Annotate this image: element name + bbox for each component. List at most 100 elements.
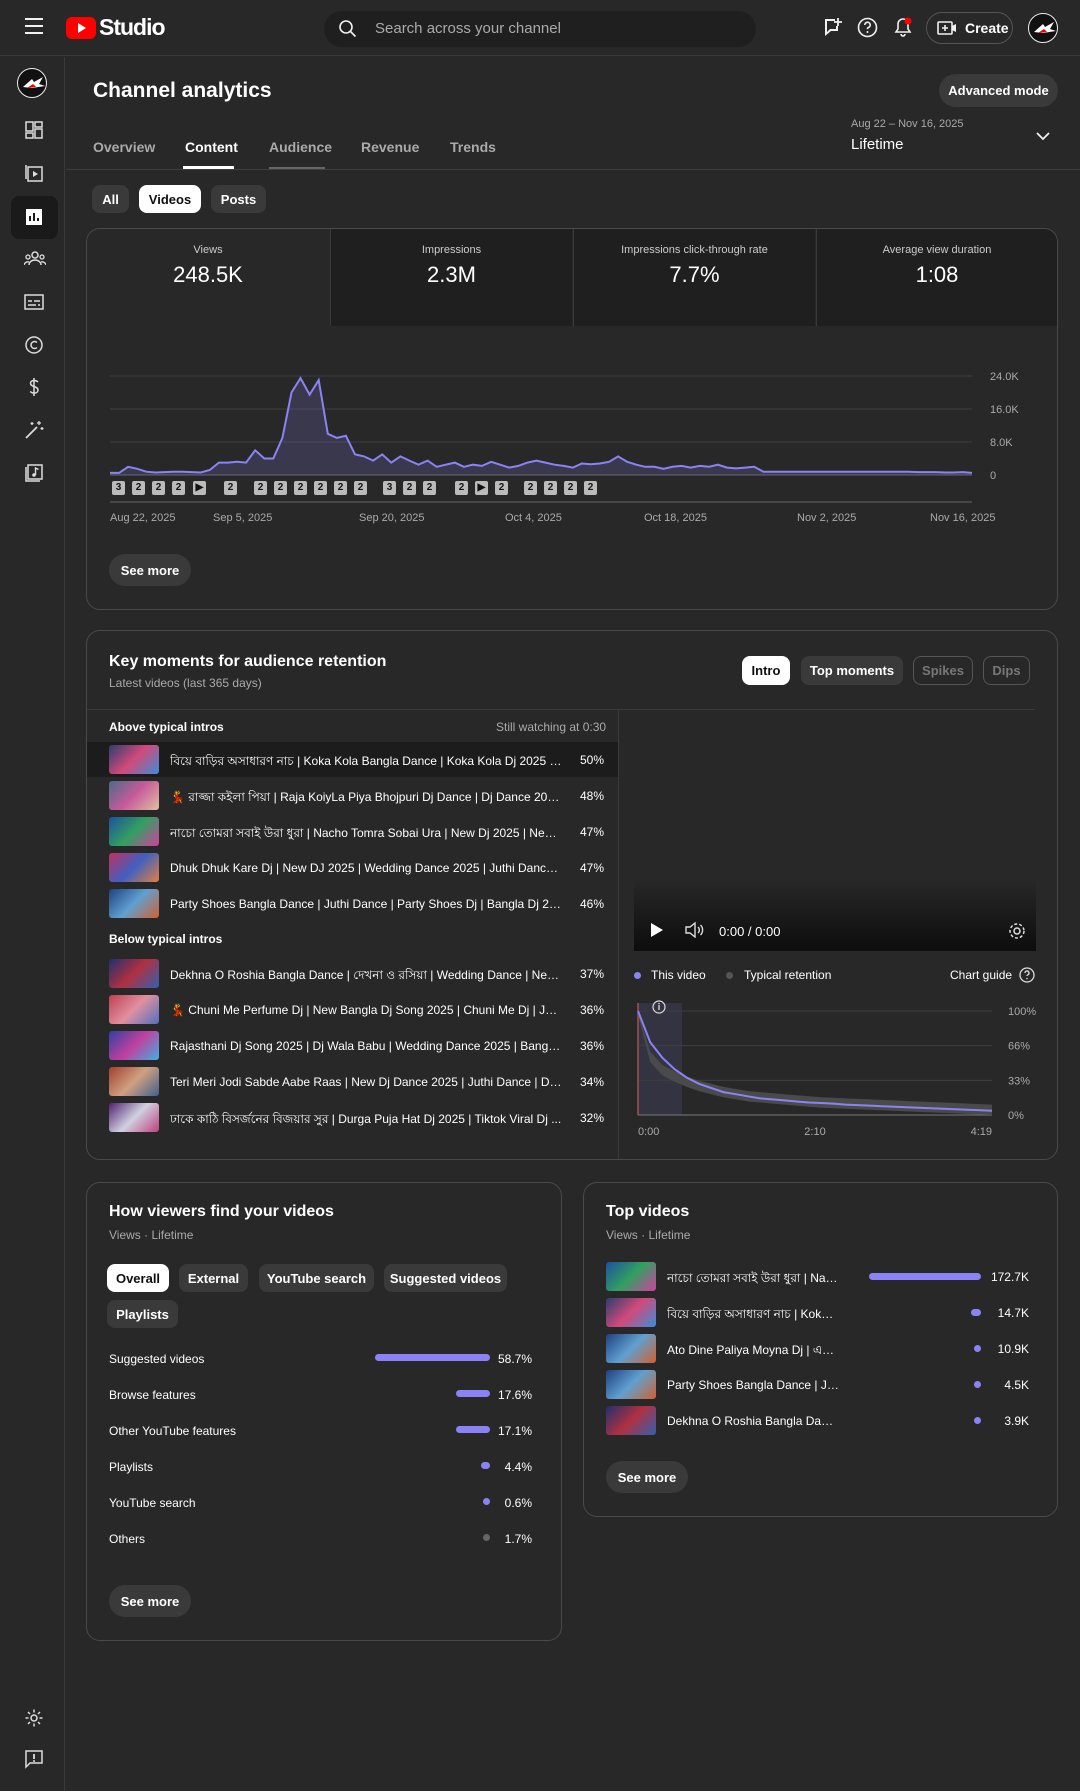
- tab-trends[interactable]: Trends: [450, 139, 496, 155]
- play-icon[interactable]: [650, 922, 664, 938]
- date-period-select[interactable]: Lifetime: [851, 136, 904, 153]
- filter-all[interactable]: All: [92, 185, 129, 213]
- video-published-marker[interactable]: 3: [112, 481, 125, 495]
- video-thumbnail[interactable]: [109, 1067, 159, 1096]
- channel-avatar[interactable]: [17, 68, 47, 98]
- chip-overall[interactable]: Overall: [107, 1264, 169, 1292]
- help-icon[interactable]: [857, 17, 878, 38]
- video-published-marker[interactable]: 2: [294, 481, 307, 495]
- studio-logo[interactable]: Studio: [66, 14, 166, 41]
- video-title[interactable]: Party Shoes Bangla Dance | Juthi Dance |…: [170, 897, 562, 911]
- video-thumbnail[interactable]: [606, 1370, 656, 1399]
- video-thumbnail[interactable]: [109, 995, 159, 1024]
- see-more-button[interactable]: See more: [606, 1461, 688, 1493]
- chip-youtube-search[interactable]: YouTube search: [259, 1264, 374, 1292]
- sidebar-item-copyright[interactable]: [11, 324, 58, 367]
- video-published-marker[interactable]: 2: [254, 481, 267, 495]
- video-thumbnail[interactable]: [109, 1103, 159, 1132]
- volume-icon[interactable]: [685, 922, 705, 938]
- video-title[interactable]: বিয়ে বাড়ির অসাধারণ নাচ | Koka Kola Ban…: [170, 753, 562, 773]
- video-published-marker[interactable]: 2: [544, 481, 557, 495]
- account-avatar[interactable]: [1028, 13, 1058, 43]
- video-published-marker[interactable]: 2: [152, 481, 165, 495]
- video-published-marker[interactable]: 2: [172, 481, 185, 495]
- filter-videos[interactable]: Videos: [139, 185, 201, 213]
- see-more-button[interactable]: See more: [109, 1585, 191, 1617]
- video-title[interactable]: নাচো তোমরা সবাই উরা ধুরা | Nac...: [667, 1270, 839, 1290]
- tab-audience[interactable]: Audience: [269, 139, 332, 155]
- sidebar-item-feedback[interactable]: [11, 1738, 58, 1781]
- tab-overview[interactable]: Overview: [93, 139, 155, 155]
- menu-icon[interactable]: [24, 17, 44, 35]
- settings-gear-icon[interactable]: [1008, 922, 1026, 940]
- video-published-marker[interactable]: 2: [584, 481, 597, 495]
- metric-impressions[interactable]: Impressions 2.3M: [330, 229, 572, 326]
- video-thumbnail[interactable]: [606, 1334, 656, 1363]
- metric-views[interactable]: Views 248.5K: [87, 229, 329, 326]
- video-title[interactable]: ঢাকে কাঠি বিসর্জনের বিজয়ার সুর | Durga …: [170, 1111, 562, 1131]
- video-thumbnail[interactable]: [109, 889, 159, 918]
- sidebar-item-dashboard[interactable]: [11, 109, 58, 152]
- video-published-marker[interactable]: 2: [224, 481, 237, 495]
- video-thumbnail[interactable]: [606, 1406, 656, 1435]
- see-more-button[interactable]: See more: [109, 554, 191, 586]
- tab-revenue[interactable]: Revenue: [361, 139, 419, 155]
- video-title[interactable]: Rajasthani Dj Song 2025 | Dj Wala Babu |…: [170, 1039, 562, 1053]
- video-published-marker[interactable]: ▶: [193, 481, 206, 495]
- tab-intro[interactable]: Intro: [742, 656, 790, 685]
- sidebar-item-subtitles[interactable]: [11, 281, 58, 324]
- video-title[interactable]: 💃 Chuni Me Perfume Dj | New Bangla Dj So…: [170, 1003, 562, 1017]
- video-thumbnail[interactable]: [109, 745, 159, 774]
- video-thumbnail[interactable]: [606, 1262, 656, 1291]
- video-title[interactable]: 💃 রাজ্জা কইলা পিয়া | Raja KoiyLa Piya B…: [170, 789, 562, 809]
- video-title[interactable]: Party Shoes Bangla Dance | Jut...: [667, 1378, 839, 1392]
- video-published-marker[interactable]: 2: [423, 481, 436, 495]
- sidebar-item-customization[interactable]: [11, 409, 58, 452]
- video-thumbnail[interactable]: [109, 781, 159, 810]
- sidebar-item-audio-library[interactable]: [11, 452, 58, 495]
- video-title[interactable]: বিয়ে বাড়ির অসাধারণ নাচ | Koka ...: [667, 1306, 839, 1326]
- sidebar-item-community[interactable]: [11, 238, 58, 281]
- video-title[interactable]: Dekhna O Roshia Bangla Dance | দেখনা ও র…: [170, 967, 562, 987]
- video-title[interactable]: Dhuk Dhuk Kare Dj | New DJ 2025 | Weddin…: [170, 861, 562, 875]
- video-title[interactable]: নাচো তোমরা সবাই উরা ধুরা | Nacho Tomra S…: [170, 825, 562, 845]
- video-published-marker[interactable]: 2: [354, 481, 367, 495]
- video-published-marker[interactable]: 2: [564, 481, 577, 495]
- video-published-marker[interactable]: 2: [495, 481, 508, 495]
- video-title[interactable]: Dekhna O Roshia Bangla Dance...: [667, 1414, 839, 1428]
- notifications-icon[interactable]: [892, 16, 914, 38]
- tab-content[interactable]: Content: [185, 139, 238, 155]
- video-published-marker[interactable]: 3: [383, 481, 396, 495]
- video-thumbnail[interactable]: [109, 853, 159, 882]
- video-thumbnail[interactable]: [109, 959, 159, 988]
- video-published-marker[interactable]: 2: [455, 481, 468, 495]
- chevron-down-icon[interactable]: [1036, 131, 1050, 141]
- views-chart[interactable]: 24.0K 16.0K 8.0K 0 Aug 22, 2025 Sep 5, 2025 Se…: [100, 360, 1030, 535]
- create-button[interactable]: Create: [926, 12, 1013, 44]
- sidebar-item-content[interactable]: [11, 152, 58, 195]
- video-title[interactable]: Ato Dine Paliya Moyna Dj | এত...: [667, 1342, 839, 1362]
- video-published-marker[interactable]: 2: [524, 481, 537, 495]
- sidebar-item-earn[interactable]: [11, 366, 58, 409]
- filter-posts[interactable]: Posts: [211, 185, 266, 213]
- metric-avg-view-duration[interactable]: Average view duration 1:08: [816, 229, 1057, 326]
- video-published-marker[interactable]: 2: [403, 481, 416, 495]
- retention-chart[interactable]: 100% 66% 33% 0% 0:00 2:10 4:19: [630, 996, 1040, 1141]
- feedback-icon[interactable]: [823, 17, 843, 37]
- help-icon[interactable]: [1019, 967, 1035, 983]
- video-published-marker[interactable]: 2: [314, 481, 327, 495]
- video-thumbnail[interactable]: [109, 817, 159, 846]
- sidebar-item-analytics[interactable]: [11, 196, 58, 239]
- video-published-marker[interactable]: ▶: [475, 481, 488, 495]
- video-thumbnail[interactable]: [606, 1298, 656, 1327]
- chip-playlists[interactable]: Playlists: [107, 1300, 178, 1328]
- metric-ctr[interactable]: Impressions click-through rate 7.7%: [573, 229, 815, 326]
- tab-top-moments[interactable]: Top moments: [801, 656, 903, 685]
- video-player[interactable]: 0:00 / 0:00: [634, 710, 1036, 951]
- video-published-marker[interactable]: 2: [274, 481, 287, 495]
- chart-guide-link[interactable]: Chart guide: [950, 968, 1012, 982]
- search-box[interactable]: Search across your channel: [324, 11, 756, 47]
- chip-suggested-videos[interactable]: Suggested videos: [384, 1264, 507, 1292]
- chip-external[interactable]: External: [179, 1264, 248, 1292]
- video-published-marker[interactable]: 2: [132, 481, 145, 495]
